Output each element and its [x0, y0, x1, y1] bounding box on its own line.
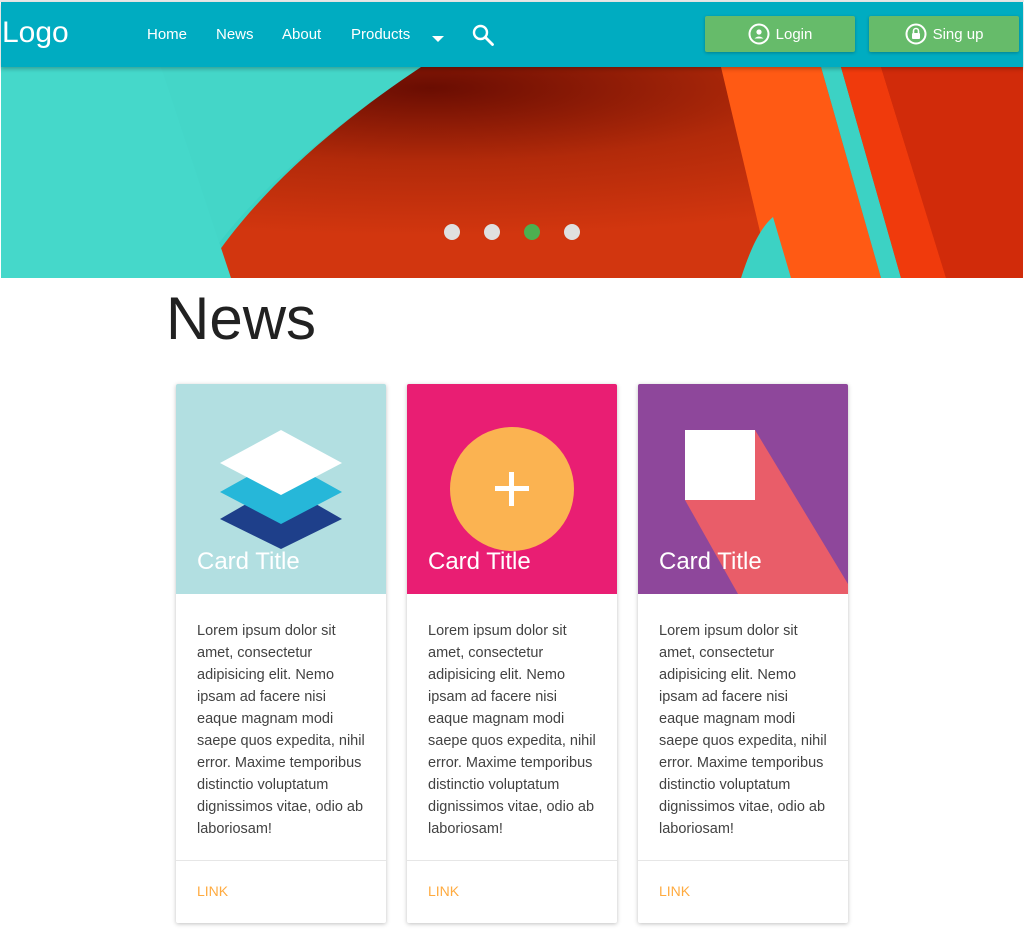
login-label: Login [775, 25, 813, 43]
card-title: Card Title [659, 548, 762, 575]
nav-link-about[interactable]: About [282, 26, 321, 43]
account-icon [748, 23, 770, 45]
card-link[interactable]: LINK [407, 861, 617, 921]
signup-label: Sing up [932, 25, 984, 43]
hero-background-image [1, 67, 1023, 278]
card-title: Card Title [428, 548, 531, 575]
nav-link-news[interactable]: News [216, 26, 254, 43]
carousel-indicators [444, 224, 604, 240]
carousel-dot-4[interactable] [564, 224, 580, 240]
news-heading: News [166, 285, 317, 352]
card-link[interactable]: LINK [638, 861, 848, 921]
card-body: Lorem ipsum dolor sit amet, consectetur … [197, 623, 365, 837]
carousel-dot-3[interactable] [524, 224, 540, 240]
card-title: Card Title [197, 548, 300, 575]
lock-icon [905, 23, 927, 45]
news-card: Card Title Lorem ipsum dolor sit amet, c… [176, 384, 386, 923]
card-image: Card Title [176, 384, 386, 594]
news-card: Card Title Lorem ipsum dolor sit amet, c… [638, 384, 848, 923]
carousel-dot-1[interactable] [444, 224, 460, 240]
signup-button[interactable]: Sing up [869, 16, 1019, 52]
card-body: Lorem ipsum dolor sit amet, consectetur … [428, 623, 596, 837]
card-image: Card Title [407, 384, 617, 594]
card-image: Card Title [638, 384, 848, 594]
nav-link-products[interactable]: Products [351, 26, 410, 43]
login-button[interactable]: Login [705, 16, 855, 52]
hero-carousel [1, 67, 1023, 278]
carousel-dot-2[interactable] [484, 224, 500, 240]
card-body: Lorem ipsum dolor sit amet, consectetur … [659, 623, 827, 837]
navbar: Logo Home News About Products Login Sing… [1, 2, 1023, 67]
card-link[interactable]: LINK [176, 861, 386, 921]
logo[interactable]: Logo [2, 16, 69, 50]
chevron-down-icon[interactable] [431, 30, 445, 48]
news-card: Card Title Lorem ipsum dolor sit amet, c… [407, 384, 617, 923]
nav-link-home[interactable]: Home [147, 26, 187, 43]
search-icon[interactable] [471, 23, 495, 52]
